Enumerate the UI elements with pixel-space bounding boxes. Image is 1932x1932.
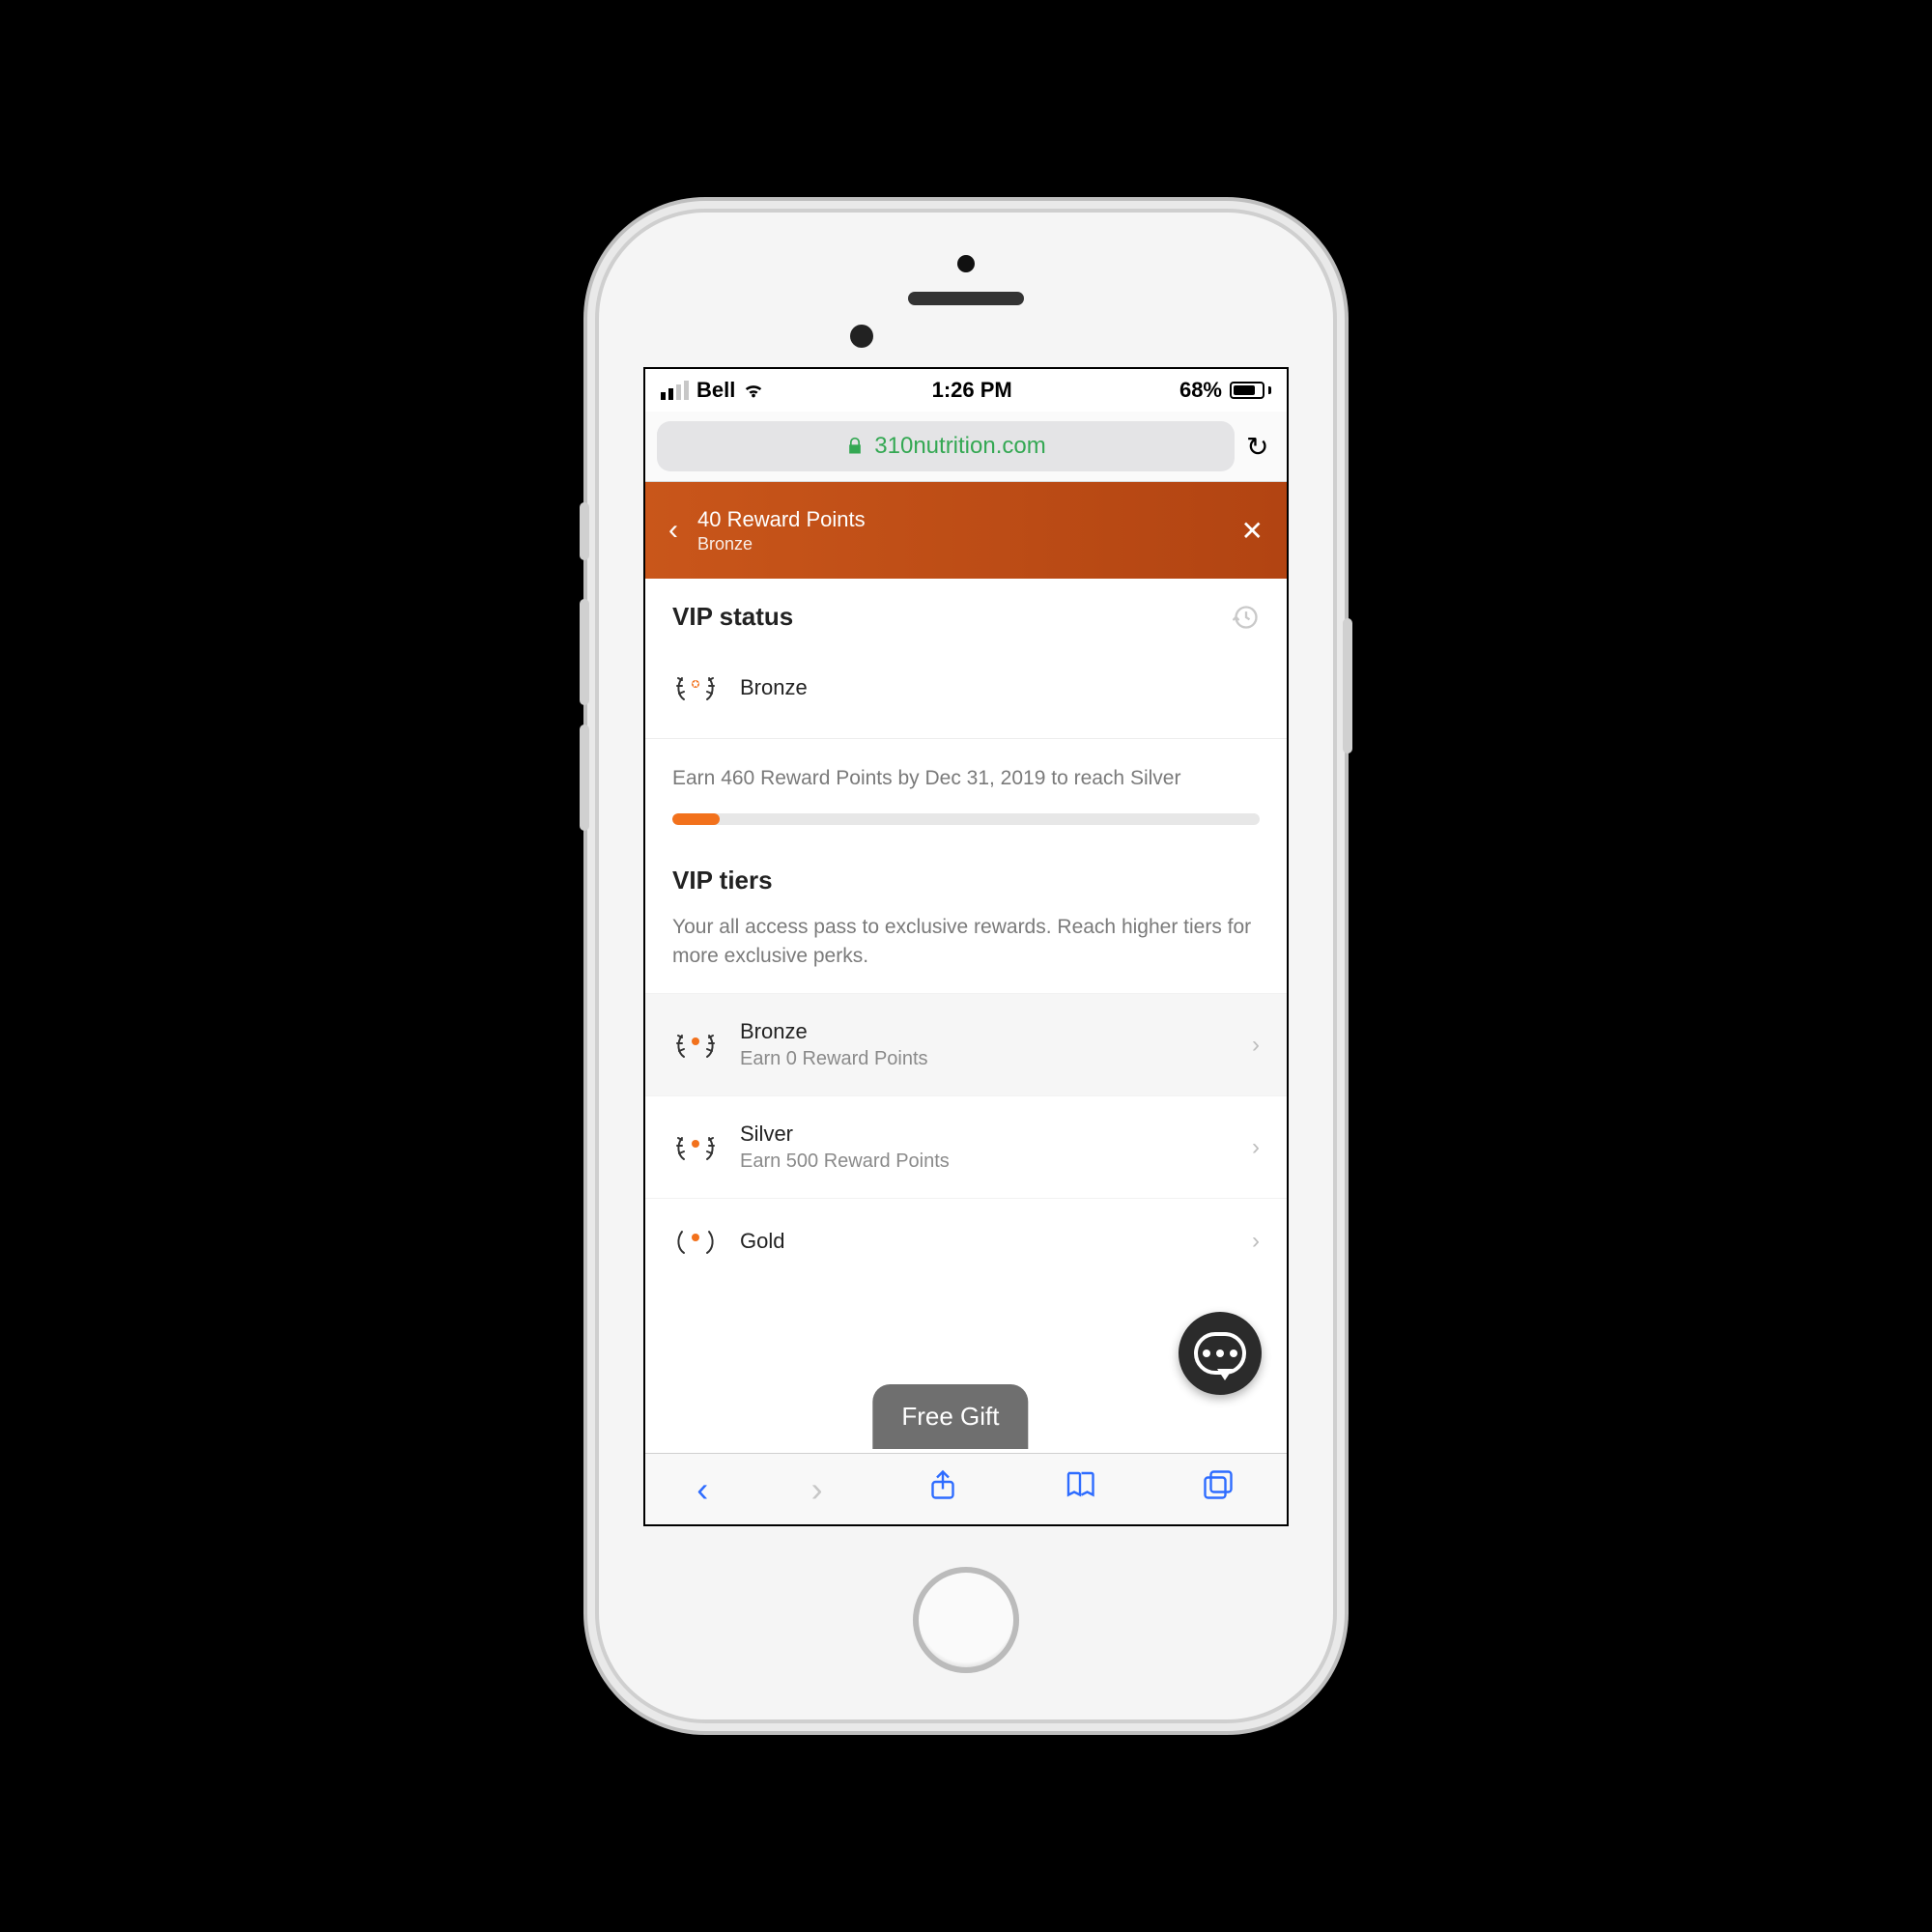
carrier-label: Bell: [696, 378, 735, 403]
vip-tiers-description: Your all access pass to exclusive reward…: [645, 901, 1287, 993]
phone-bezel-top: [599, 213, 1333, 367]
home-button[interactable]: [913, 1567, 1019, 1673]
chat-fab[interactable]: [1179, 1312, 1262, 1395]
earpiece-speaker: [908, 292, 1024, 305]
chat-icon: [1194, 1332, 1246, 1375]
tier-row-silver[interactable]: Silver Earn 500 Reward Points ›: [645, 1095, 1287, 1198]
laurel-icon: [672, 1028, 719, 1063]
safari-toolbar: ‹ ›: [645, 1453, 1287, 1524]
progress-bar: [672, 813, 1260, 825]
battery-pct-label: 68%: [1179, 378, 1222, 403]
lock-icon: [845, 437, 865, 456]
tier-row-gold[interactable]: Gold ›: [645, 1198, 1287, 1284]
current-tier-name: Bronze: [740, 675, 808, 700]
header-title: 40 Reward Points: [697, 507, 1222, 532]
signal-strength-icon: [661, 381, 689, 400]
tier-name: Gold: [740, 1229, 1231, 1254]
laurel-icon: [672, 670, 719, 705]
wifi-icon: [743, 380, 764, 401]
vip-tiers-heading: VIP tiers: [672, 866, 1260, 895]
browser-forward-button[interactable]: ›: [811, 1469, 823, 1510]
front-camera: [850, 325, 873, 348]
current-tier-row: Bronze: [645, 641, 1287, 739]
close-button[interactable]: ✕: [1241, 515, 1264, 547]
tier-row-bronze[interactable]: Bronze Earn 0 Reward Points ›: [645, 993, 1287, 1095]
chevron-right-icon: ›: [1252, 1134, 1260, 1161]
laurel-icon: [672, 1130, 719, 1165]
rewards-content: VIP status Bronze Earn 460 Reward Points…: [645, 579, 1287, 1453]
mute-switch: [580, 502, 589, 560]
volume-down: [580, 724, 589, 831]
phone-screen: Bell 1:26 PM 68% 310nutrition.com ↻ ‹: [643, 367, 1289, 1526]
header-subtitle: Bronze: [697, 534, 1222, 554]
reload-button[interactable]: ↻: [1246, 431, 1275, 463]
tier-sub: Earn 500 Reward Points: [740, 1151, 1231, 1173]
safari-address-area: 310nutrition.com ↻: [645, 412, 1287, 482]
bookmarks-button[interactable]: [1063, 1467, 1097, 1511]
battery-icon: [1230, 382, 1271, 399]
ios-status-bar: Bell 1:26 PM 68%: [645, 369, 1287, 412]
chevron-right-icon: ›: [1252, 1032, 1260, 1059]
address-domain: 310nutrition.com: [874, 433, 1045, 460]
tier-name: Bronze: [740, 1019, 1231, 1044]
clock-label: 1:26 PM: [932, 378, 1012, 403]
back-button[interactable]: ‹: [668, 514, 678, 547]
tabs-button[interactable]: [1201, 1467, 1236, 1511]
free-gift-badge[interactable]: Free Gift: [872, 1384, 1028, 1449]
laurel-icon: [672, 1224, 719, 1259]
volume-up: [580, 599, 589, 705]
rewards-header: ‹ 40 Reward Points Bronze ✕: [645, 482, 1287, 579]
power-button: [1343, 618, 1352, 753]
browser-back-button[interactable]: ‹: [696, 1469, 708, 1510]
sensor-dot: [957, 255, 975, 272]
vip-status-heading: VIP status: [672, 602, 793, 632]
chevron-right-icon: ›: [1252, 1228, 1260, 1255]
history-icon[interactable]: [1233, 604, 1260, 631]
progress-message: Earn 460 Reward Points by Dec 31, 2019 t…: [672, 764, 1260, 792]
tier-name: Silver: [740, 1122, 1231, 1147]
share-button[interactable]: [925, 1467, 960, 1511]
phone-frame: Bell 1:26 PM 68% 310nutrition.com ↻ ‹: [599, 213, 1333, 1719]
tier-sub: Earn 0 Reward Points: [740, 1048, 1231, 1070]
address-bar[interactable]: 310nutrition.com: [657, 421, 1235, 471]
